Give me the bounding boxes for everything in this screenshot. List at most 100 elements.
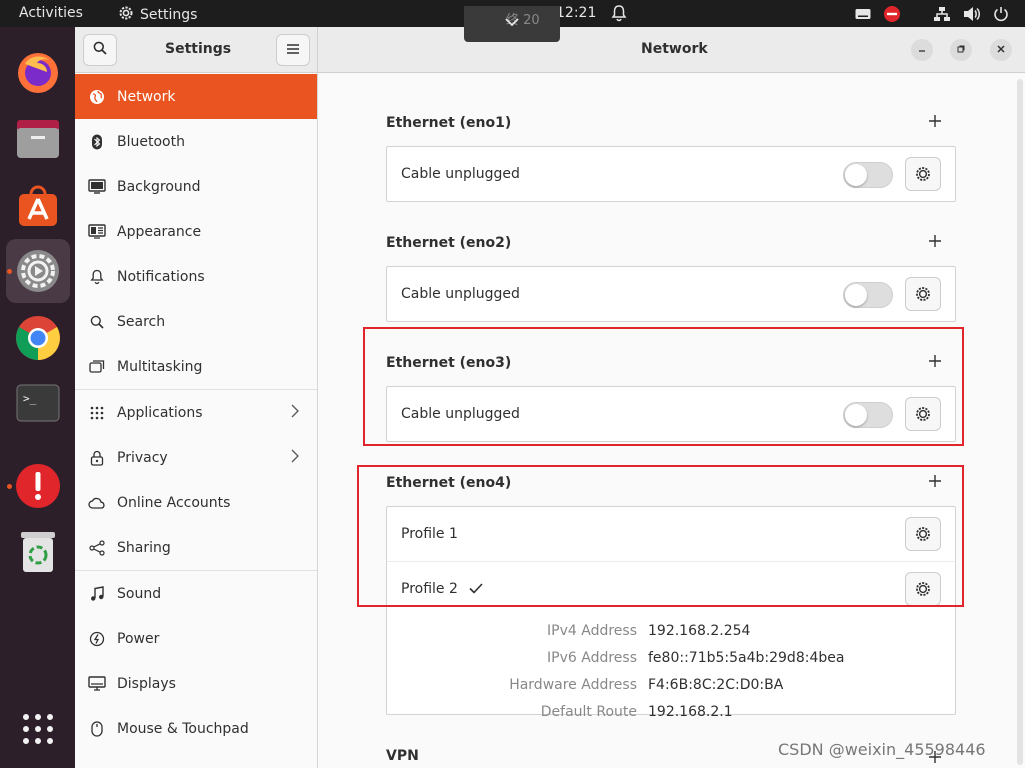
profile-row-1[interactable]: Profile 1 [387,507,955,561]
minimize-icon [917,44,927,57]
appearance-icon [75,224,117,239]
sidebar-item-sharing[interactable]: Sharing [75,525,317,570]
lock-icon [75,450,117,466]
chevron-down-icon [504,15,520,31]
ethernet-toggle-eno2[interactable] [843,282,893,308]
sidebar-item-label: Background [117,178,201,195]
sidebar-item-label: Displays [117,675,176,692]
show-applications-icon[interactable] [6,697,70,761]
sidebar-item-bluetooth[interactable]: Bluetooth [75,119,317,164]
profile-1-settings-button[interactable] [905,517,941,551]
sidebar-item-online-accounts[interactable]: Online Accounts [75,480,317,525]
running-indicator [7,484,12,489]
add-profile-eno4-button[interactable] [928,471,942,491]
minimize-button[interactable] [911,39,933,61]
power-menu-icon[interactable] [993,6,1009,26]
sidebar-item-sound[interactable]: Sound [75,571,317,616]
gear-icon [916,287,930,301]
profile-row-2[interactable]: Profile 2 [387,562,955,616]
ethernet-row-eno2: Cable unplugged [387,267,955,321]
gear-icon [916,582,930,596]
sidebar-item-mouse-touchpad[interactable]: Mouse & Touchpad [75,706,317,751]
settings-icon[interactable] [6,239,70,303]
activities-button[interactable]: Activities [19,5,83,21]
detail-key-ipv4: IPv4 Address [547,623,637,639]
chrome-icon[interactable] [6,306,70,370]
sidebar-item-applications[interactable]: Applications [75,390,317,435]
updater-alert-icon[interactable] [6,454,70,518]
sidebar-item-background[interactable]: Background [75,164,317,209]
clock[interactable]: 12:21 [556,5,596,21]
sidebar-item-power[interactable]: Power [75,616,317,661]
profile-2-settings-button[interactable] [905,572,941,606]
ethernet-toggle-eno1[interactable] [843,162,893,188]
watermark: CSDN @weixin_45598446 [778,740,986,759]
detail-value-hardware: F4:6B:8C:2C:D0:BA [648,677,784,693]
volume-icon[interactable] [963,6,981,26]
files-icon[interactable] [6,107,70,171]
sidebar-item-multitasking[interactable]: Multitasking [75,344,317,389]
chevron-right-icon [291,404,299,422]
settings-button-eno1[interactable] [905,157,941,191]
sidebar-item-appearance[interactable]: Appearance [75,209,317,254]
sidebar-item-label: Bluetooth [117,133,185,150]
settings-gear-icon [118,5,134,25]
add-profile-eno1-button[interactable] [928,111,942,131]
software-icon[interactable] [6,173,70,237]
connection-status: Cable unplugged [401,406,520,422]
main-menu-button[interactable] [276,34,310,66]
system-tray[interactable] [855,5,1009,27]
sidebar-item-search[interactable]: Search [75,299,317,344]
share-icon [75,539,117,556]
music-icon [75,585,117,602]
detail-value-ipv4: 192.168.2.254 [648,623,751,639]
sidebar-item-privacy[interactable]: Privacy [75,435,317,480]
section-title-eno4: Ethernet (eno4) [386,475,512,491]
sidebar-item-notifications[interactable]: Notifications [75,254,317,299]
profile-name: Profile 1 [401,526,458,542]
running-indicator [7,269,12,274]
gear-icon [916,407,930,421]
ethernet-card-eno3: Cable unplugged [386,386,956,442]
keyboard-icon[interactable] [855,8,871,24]
search-button[interactable] [83,34,117,66]
sidebar-item-label: Power [117,630,160,647]
sidebar-item-displays[interactable]: Displays [75,661,317,706]
sidebar-item-label: Applications [117,404,203,421]
sidebar-item-label: Multitasking [117,358,203,375]
close-button[interactable] [990,39,1012,61]
sidebar-title: Settings [165,41,232,57]
ethernet-toggle-eno3[interactable] [843,402,893,428]
svg-text:>_: >_ [23,392,37,405]
section-title-vpn: VPN [386,748,419,764]
settings-button-eno2[interactable] [905,277,941,311]
firefox-icon[interactable] [6,41,70,105]
trash-icon[interactable] [6,520,70,584]
app-menu[interactable]: Settings [118,5,197,25]
mouse-icon [75,720,117,737]
sidebar-item-label: Sound [117,585,162,602]
section-title-eno1: Ethernet (eno1) [386,115,512,131]
network-icon [75,89,117,105]
maximize-button[interactable] [950,39,972,61]
add-profile-eno2-button[interactable] [928,231,942,251]
terminal-icon[interactable]: >_ [6,371,70,435]
settings-sidebar: Network Bluetooth Background Appearance … [75,73,318,768]
sidebar-item-network[interactable]: Network [75,74,317,119]
settings-button-eno3[interactable] [905,397,941,431]
do-not-disturb-icon[interactable] [883,5,901,27]
background-icon [75,179,117,194]
add-profile-eno3-button[interactable] [928,351,942,371]
plus-icon [929,235,941,247]
ethernet-card-eno2: Cable unplugged [386,266,956,322]
ethernet-card-eno1: Cable unplugged [386,146,956,202]
app-menu-label: Settings [140,7,198,23]
sidebar-item-label: Sharing [117,539,171,556]
detail-key-ipv6: IPv6 Address [547,650,637,666]
wired-network-icon[interactable] [933,6,951,26]
scrollbar[interactable] [1017,79,1023,765]
ethernet-card-eno4: Profile 1 Profile 2 IPv4 Address 192.168… [386,506,956,720]
bell-icon[interactable] [611,4,627,26]
notification-dropdown-tab[interactable]: 终 20 [464,6,560,42]
sidebar-item-label: Notifications [117,268,205,285]
